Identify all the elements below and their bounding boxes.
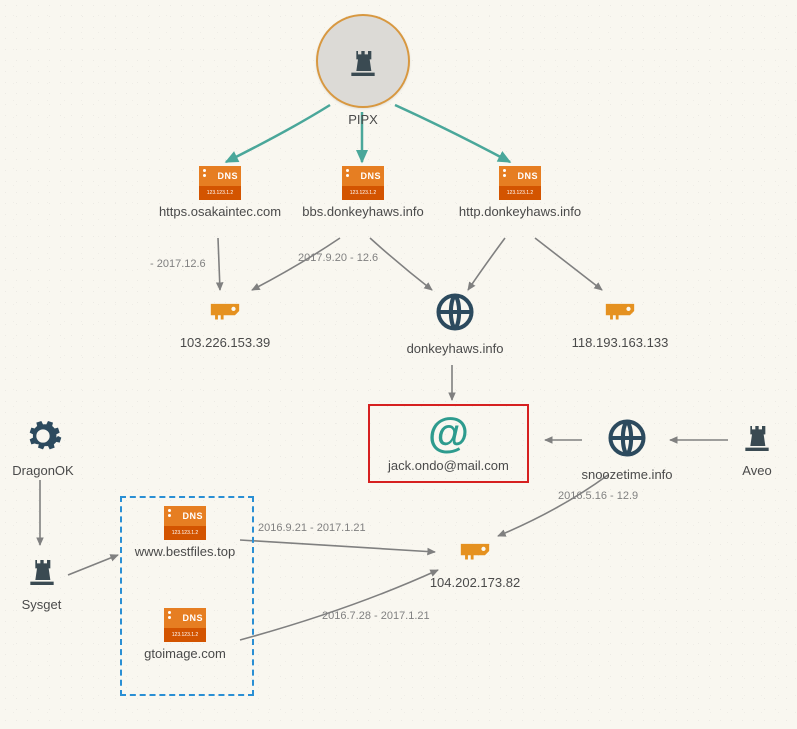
node-label: 118.193.163.133 bbox=[560, 335, 680, 350]
node-label: 103.226.153.39 bbox=[170, 335, 280, 350]
node-dns-bbs: DNS 123.123.1.2 bbs.donkeyhaws.info bbox=[298, 166, 428, 219]
node-label: bbs.donkeyhaws.info bbox=[298, 204, 428, 219]
node-label: http.donkeyhaws.info bbox=[450, 204, 590, 219]
network-card-icon bbox=[204, 294, 246, 328]
network-card-icon bbox=[599, 294, 641, 328]
node-dns-gtoimage: DNS 123.123.1.2 gtoimage.com bbox=[130, 608, 240, 661]
dns-icon: DNS 123.123.1.2 bbox=[199, 166, 241, 200]
edge-label: 2016.7.28 - 2017.1.21 bbox=[322, 610, 430, 622]
rook-icon bbox=[22, 550, 62, 590]
rook-icon bbox=[343, 41, 383, 81]
node-dns-http: DNS 123.123.1.2 http.donkeyhaws.info bbox=[450, 166, 590, 219]
edge-label: 2017.9.20 - 12.6 bbox=[298, 252, 378, 264]
gear-icon bbox=[23, 416, 63, 456]
node-domain-donkey: donkeyhaws.info bbox=[400, 290, 510, 356]
node-label: 104.202.173.82 bbox=[420, 575, 530, 590]
dns-icon: DNS 123.123.1.2 bbox=[164, 608, 206, 642]
node-label: Sysget bbox=[14, 597, 69, 612]
edge-label: 2016.5.16 - 12.9 bbox=[558, 490, 638, 502]
at-icon: @ bbox=[388, 412, 509, 454]
dns-icon: DNS 123.123.1.2 bbox=[499, 166, 541, 200]
node-actor-sysget: Sysget bbox=[14, 550, 69, 612]
network-card-icon bbox=[454, 534, 496, 568]
node-label: gtoimage.com bbox=[130, 646, 240, 661]
node-label: donkeyhaws.info bbox=[400, 341, 510, 356]
node-domain-snooze: snoozetime.info bbox=[572, 416, 682, 482]
edge-label: 2016.9.21 - 2017.1.21 bbox=[258, 522, 366, 534]
node-label: jack.ondo@mail.com bbox=[388, 458, 509, 473]
node-pipx: PIPX bbox=[316, 14, 410, 127]
node-ip-2: 118.193.163.133 bbox=[560, 294, 680, 350]
globe-icon bbox=[433, 290, 477, 334]
node-ip-3: 104.202.173.82 bbox=[420, 534, 530, 590]
node-label: https.osakaintec.com bbox=[150, 204, 290, 219]
edge-label: - 2017.12.6 bbox=[150, 258, 206, 270]
node-label: Aveo bbox=[732, 463, 782, 478]
node-dns-osaka: DNS 123.123.1.2 https.osakaintec.com bbox=[150, 166, 290, 219]
node-ip-1: 103.226.153.39 bbox=[170, 294, 280, 350]
node-label: snoozetime.info bbox=[572, 467, 682, 482]
node-dns-bestfiles: DNS 123.123.1.2 www.bestfiles.top bbox=[130, 506, 240, 559]
node-email: @ jack.ondo@mail.com bbox=[368, 404, 529, 483]
node-actor-aveo: Aveo bbox=[732, 416, 782, 478]
dns-icon: DNS 123.123.1.2 bbox=[164, 506, 206, 540]
rook-icon bbox=[737, 416, 777, 456]
node-label: PIPX bbox=[316, 112, 410, 127]
node-label: DragonOK bbox=[8, 463, 78, 478]
globe-icon bbox=[605, 416, 649, 460]
dns-icon: DNS 123.123.1.2 bbox=[342, 166, 384, 200]
node-actor-dragonok: DragonOK bbox=[8, 416, 78, 478]
node-label: www.bestfiles.top bbox=[130, 544, 240, 559]
